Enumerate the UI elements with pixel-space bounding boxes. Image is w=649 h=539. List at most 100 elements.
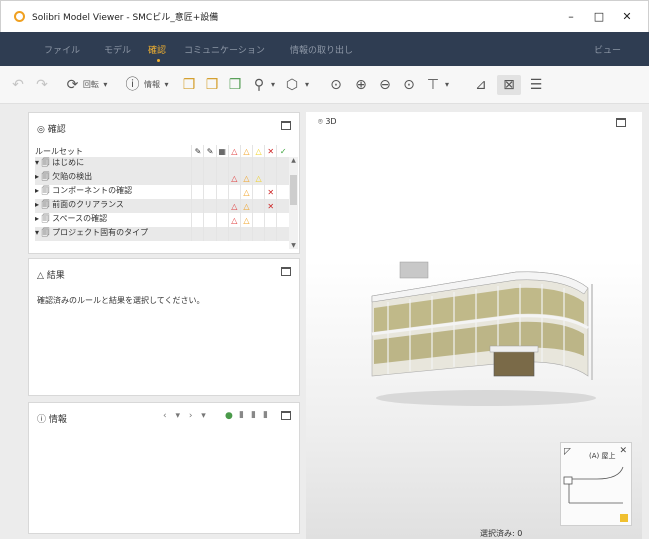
table-icon: ▦ xyxy=(215,145,229,158)
critical-triangle-icon: △ xyxy=(227,199,241,214)
building-model[interactable] xyxy=(366,258,596,408)
main-area: ◎ 確認 ルールセット ✎ ✎ ▦ △ △ △ ✕ ✓ ▾ 🗐 はじめに ▸ 🗐… xyxy=(0,104,649,539)
view-cube-icon[interactable]: ⬡ xyxy=(282,75,302,95)
ruleset-column-header: ルールセット xyxy=(35,146,83,156)
info-button[interactable]: ⓘ 情報 ▾ xyxy=(120,75,174,95)
menu-bar: ファイル モデル 確認 コミュニケーション 情報の取り出し ビュー xyxy=(0,32,649,66)
menu-communication[interactable]: コミュニケーション xyxy=(184,43,265,56)
info-icon: ⓘ xyxy=(37,415,49,425)
maximize-button[interactable]: □ xyxy=(589,7,609,27)
minimize-button[interactable]: – xyxy=(561,7,581,27)
ruleset-label: ▸ 🗐 スペースの確認 xyxy=(35,214,108,224)
warning-triangle-icon: △ xyxy=(37,271,47,281)
low-triangle-icon: △ xyxy=(252,145,265,158)
ruleset-scrollbar[interactable]: ▲ ▼ xyxy=(289,157,298,249)
rejected-x-icon: ✕ xyxy=(264,199,277,214)
result-message: 確認済みのルールと結果を選択してください。 xyxy=(37,296,205,305)
minimap[interactable]: ◸ (A) 屋上 ✕ xyxy=(560,442,632,526)
chevron-down-icon[interactable]: ▾ xyxy=(302,75,312,95)
menu-check[interactable]: 確認 xyxy=(148,43,166,56)
scroll-up-icon[interactable]: ▲ xyxy=(289,157,298,164)
table-row[interactable]: ▾ 🗐 はじめに xyxy=(35,157,289,172)
info-panel: ⓘ 情報 ‹ ▾ › ▾ ● ▮ ▮ ▮ xyxy=(28,402,300,534)
floor-plan-icon[interactable]: ⊠ xyxy=(497,75,521,95)
rotate-label: 回転 xyxy=(82,80,99,89)
title-bar: Solibri Model Viewer - SMCビル_意匠+設備 – □ ✕ xyxy=(0,0,649,32)
menu-view[interactable]: ビュー xyxy=(594,43,621,56)
chevron-down-icon[interactable]: ▾ xyxy=(268,75,278,95)
maximize-panel-icon[interactable] xyxy=(281,267,291,276)
info-icon: ⓘ xyxy=(125,77,140,93)
resize-corner-icon[interactable]: ◸ xyxy=(564,447,571,457)
maximize-panel-icon[interactable] xyxy=(616,118,626,127)
maximize-panel-icon[interactable] xyxy=(281,411,291,420)
table-row[interactable]: ▸ 🗐 前面のクリアランス △ △ ✕ xyxy=(35,199,289,214)
walk-icon[interactable]: ⚲ xyxy=(250,75,268,95)
maximize-panel-icon[interactable] xyxy=(281,121,291,130)
accepted-check-icon: ✓ xyxy=(276,145,289,158)
info-navigation[interactable]: ‹ ▾ › ▾ xyxy=(163,411,209,421)
table-row[interactable]: ▾ 🗐 プロジェクト固有のタイプ xyxy=(35,227,289,242)
trash-icon[interactable]: ▮ xyxy=(239,410,244,420)
close-button[interactable]: ✕ xyxy=(617,7,637,27)
paperclip-icon: ✎ xyxy=(191,145,204,158)
moderate-triangle-icon: △ xyxy=(239,213,253,228)
zoom-in-icon[interactable]: ⊕ xyxy=(352,75,370,95)
redo-icon[interactable]: ↷ xyxy=(32,75,52,95)
info-label: 情報 xyxy=(143,80,160,89)
camera-position-icon xyxy=(620,514,628,522)
section-plane-icon[interactable]: ⊿ xyxy=(470,75,492,95)
select-tool-icon[interactable]: ⊤ xyxy=(424,75,442,95)
active-indicator xyxy=(157,59,160,62)
ruleset-label: ▸ 🗐 欠陥の検出 xyxy=(35,171,192,186)
chevron-down-icon[interactable]: ▾ xyxy=(442,75,452,95)
check-panel-title: ◎ 確認 xyxy=(37,122,66,135)
tag-icon[interactable]: ● xyxy=(225,411,233,421)
layers-icon[interactable]: ☰ xyxy=(525,75,547,95)
chevron-down-icon: ▾ xyxy=(103,80,108,89)
hide-components-icon[interactable]: ❒ xyxy=(180,75,198,95)
undo-icon[interactable]: ↶ xyxy=(8,75,28,95)
menu-information-takeoff[interactable]: 情報の取り出し xyxy=(290,43,353,56)
table-row[interactable]: ▸ 🗐 スペースの確認 △ △ xyxy=(35,213,289,228)
zoom-out-icon[interactable]: ⊖ xyxy=(376,75,394,95)
check-panel: ◎ 確認 ルールセット ✎ ✎ ▦ △ △ △ ✕ ✓ ▾ 🗐 はじめに ▸ 🗐… xyxy=(28,112,300,254)
table-row[interactable]: ▸ 🗐 コンポーネントの確認 △ ✕ xyxy=(35,185,289,200)
table-row[interactable]: ▸ 🗐 欠陥の検出 △ △ △ xyxy=(35,171,289,186)
result-panel-title-text: 結果 xyxy=(46,271,65,281)
moderate-triangle-icon: △ xyxy=(239,185,253,200)
zoom-fit-icon[interactable]: ⊙ xyxy=(327,75,345,95)
critical-triangle-icon: △ xyxy=(227,213,241,228)
ruleset-label: ▸ 🗐 コンポーネントの確認 xyxy=(35,186,133,196)
rotate-button[interactable]: ⟳ 回転 ▾ xyxy=(60,75,114,95)
moderate-triangle-icon: △ xyxy=(239,171,253,186)
ruleset-table: ルールセット ✎ ✎ ▦ △ △ △ ✕ ✓ ▾ 🗐 はじめに ▸ 🗐 欠陥の検… xyxy=(35,145,289,242)
rotate-icon: ⟳ xyxy=(66,77,79,93)
result-panel-header: △ 結果 xyxy=(29,259,299,285)
rejected-x-icon: ✕ xyxy=(264,185,277,200)
isolate-components-icon[interactable]: ❒ xyxy=(203,75,221,95)
chevron-down-icon: ▾ xyxy=(164,80,169,89)
3d-view[interactable]: ⌾ 3D ◸ (A) 屋上 ✕ 選択済み: 0 xyxy=(306,112,642,539)
scrollbar-thumb[interactable] xyxy=(290,175,297,205)
menu-model[interactable]: モデル xyxy=(104,43,131,56)
result-panel: △ 結果 確認済みのルールと結果を選択してください。 xyxy=(28,258,300,396)
app-logo-icon xyxy=(14,11,25,22)
check-icon: ◎ xyxy=(37,125,48,135)
result-panel-title: △ 結果 xyxy=(37,268,65,281)
zoom-window-icon[interactable]: ⊙ xyxy=(400,75,418,95)
info-panel-title-text: 情報 xyxy=(48,415,67,425)
info-panel-header: ⓘ 情報 ‹ ▾ › ▾ ● ▮ ▮ ▮ xyxy=(29,403,299,429)
trash-icon[interactable]: ▮ xyxy=(263,410,268,420)
pen-icon: ✎ xyxy=(203,145,217,158)
toolbar: ↶ ↷ ⟳ 回転 ▾ ⓘ 情報 ▾ ❒ ❒ ❒ ⚲ ▾ ⬡ ▾ ⊙ ⊕ ⊖ ⊙ … xyxy=(0,66,649,104)
menu-file[interactable]: ファイル xyxy=(44,43,80,56)
trash-icon[interactable]: ▮ xyxy=(251,410,256,420)
window-title: Solibri Model Viewer - SMCビル_意匠+設備 xyxy=(32,13,219,23)
transparency-icon[interactable]: ❒ xyxy=(226,75,244,95)
ruleset-label: ▾ 🗐 はじめに xyxy=(35,157,192,172)
close-icon[interactable]: ✕ xyxy=(619,446,627,456)
critical-triangle-icon: △ xyxy=(227,171,241,186)
scroll-down-icon[interactable]: ▼ xyxy=(289,242,298,249)
minimap-floor-label: (A) 屋上 xyxy=(589,452,616,460)
